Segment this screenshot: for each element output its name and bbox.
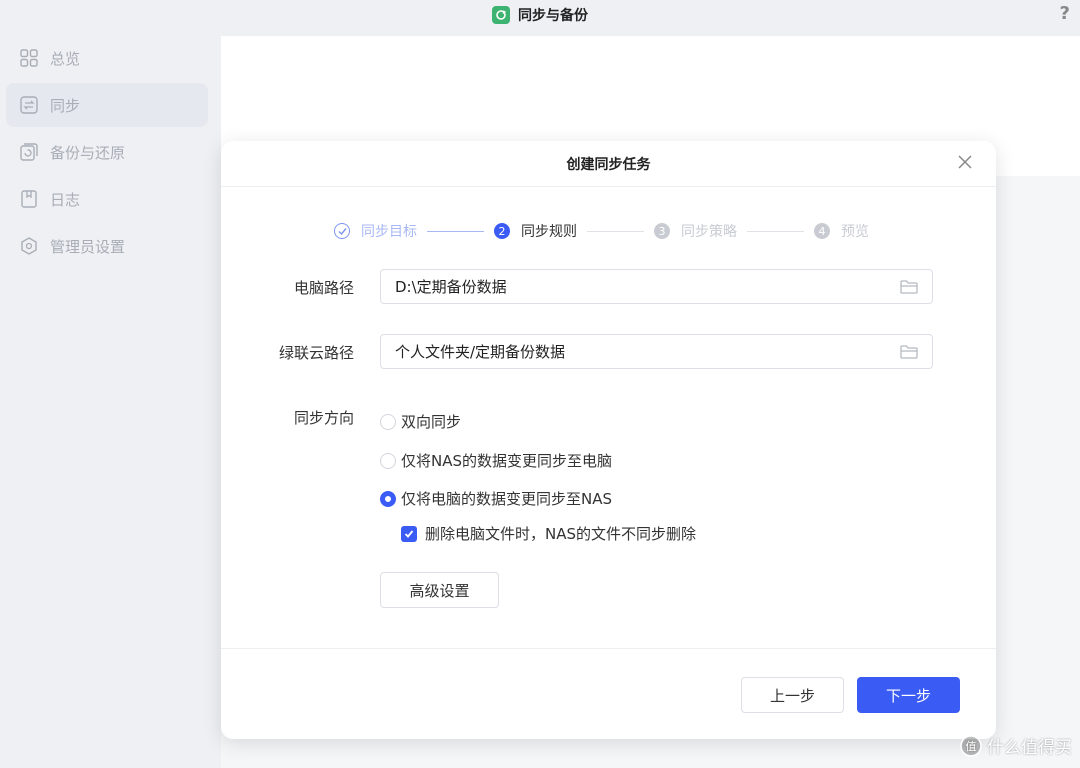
sidebar-item-label: 管理员设置 [50,237,126,256]
sync-direction-label: 同步方向 [293,409,354,427]
cloud-path-value: 个人文件夹/定期备份数据 [395,343,566,361]
step-sync-strategy: 3 同步策略 [654,221,737,241]
app-title: 同步与备份 [518,8,588,24]
cloud-path-label: 绿联云路径 [278,344,354,362]
radio-pc-to-nas[interactable]: 仅将电脑的数据变更同步至NAS [380,488,612,509]
step-connector [427,230,484,232]
settings-icon [21,237,37,255]
checkbox-checked-icon[interactable] [401,525,417,542]
folder-icon[interactable] [900,279,918,299]
radio-nas-to-pc[interactable]: 仅将NAS的数据变更同步至电脑 [380,450,612,471]
step-number-badge: 4 [814,223,830,239]
sidebar-item-backup[interactable]: 备份与还原 [6,130,208,174]
zhi-icon: 值 [960,734,982,757]
previous-step-button[interactable]: 上一步 [741,677,844,713]
keep-nas-files-option[interactable]: 删除电脑文件时，NAS的文件不同步删除 [401,523,696,544]
title-bar: 同步与备份 ? [0,0,1080,30]
step-preview: 4 预览 [814,221,869,241]
step-label: 同步规则 [521,224,577,240]
step-connector [587,230,644,232]
backup-icon [20,143,38,161]
dialog-footer-divider [221,648,996,649]
advanced-settings-button[interactable]: 高级设置 [380,572,499,608]
pc-path-label: 电脑路径 [293,279,354,297]
step-label: 同步目标 [361,224,417,240]
sidebar-item-log[interactable]: 日志 [6,177,208,221]
dialog-title: 创建同步任务 [566,156,651,173]
sidebar-item-admin-settings[interactable]: 管理员设置 [6,224,208,268]
close-icon[interactable] [958,155,972,173]
stepper: 同步目标 2 同步规则 3 同步策略 4 预览 [334,221,869,241]
next-step-button[interactable]: 下一步 [857,677,960,713]
radio-button[interactable] [380,452,396,469]
pc-path-value: D:\定期备份数据 [395,278,507,296]
pc-path-field[interactable]: D:\定期备份数据 [380,269,933,304]
app-logo-icon [492,6,510,24]
step-label: 预览 [841,224,869,240]
sidebar-item-label: 同步 [50,96,81,115]
radio-two-way[interactable]: 双向同步 [380,411,461,432]
sync-icon [20,96,38,114]
step-sync-rules: 2 同步规则 [494,221,577,241]
step-connector [747,230,804,232]
radio-label: 仅将NAS的数据变更同步至电脑 [401,452,613,470]
help-button[interactable]: ? [1060,3,1070,24]
step-label: 同步策略 [681,224,737,240]
sidebar-item-label: 日志 [50,190,81,209]
folder-icon[interactable] [900,344,918,364]
step-number-badge: 2 [494,223,510,239]
step-sync-target: 同步目标 [334,221,417,241]
sidebar-item-label: 备份与还原 [50,143,126,162]
radio-label: 仅将电脑的数据变更同步至NAS [401,490,613,508]
dialog-header: 创建同步任务 [221,141,996,187]
sidebar: 总览 同步 备份与还原 日志 管理员设置 [0,36,215,768]
create-sync-task-dialog: 创建同步任务 同步目标 2 同步规则 3 同步策略 4 预览 电脑路径 D:\定… [221,141,996,739]
grid-icon [20,49,38,67]
cloud-path-field[interactable]: 个人文件夹/定期备份数据 [380,334,933,369]
watermark: 值 什么值得买 [960,733,1072,758]
watermark-text: 什么值得买 [987,738,1072,758]
checkbox-label: 删除电脑文件时，NAS的文件不同步删除 [425,525,697,543]
check-circle-icon [334,223,350,239]
sidebar-item-sync[interactable]: 同步 [6,83,208,127]
log-icon [21,190,37,208]
radio-label: 双向同步 [401,413,462,431]
sidebar-item-label: 总览 [50,49,81,68]
radio-button-selected[interactable] [380,490,396,507]
svg-text:值: 值 [966,740,977,753]
sidebar-item-overview[interactable]: 总览 [6,36,208,80]
radio-button[interactable] [380,413,396,430]
step-number-badge: 3 [654,223,670,239]
